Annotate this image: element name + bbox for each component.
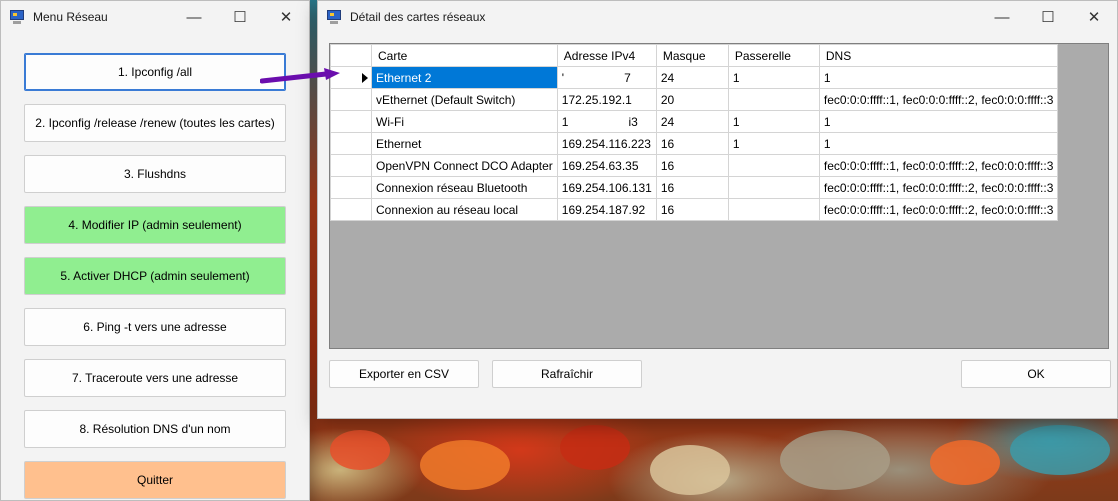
column-header-ipv4[interactable]: Adresse IPv4 xyxy=(556,44,657,67)
cell-passerelle[interactable]: 1 xyxy=(727,110,820,133)
cell-masque[interactable]: 24 xyxy=(655,110,729,133)
cell-masque[interactable]: 20 xyxy=(655,88,729,111)
row-header[interactable] xyxy=(330,88,372,111)
cell-passerelle[interactable] xyxy=(727,154,820,177)
dns-resolution-button[interactable]: 8. Résolution DNS d'un nom xyxy=(24,410,286,448)
cell-carte[interactable]: Wi-Fi xyxy=(371,110,558,133)
details-window-title: Détail des cartes réseaux xyxy=(350,10,486,24)
modify-ip-button[interactable]: 4. Modifier IP (admin seulement) xyxy=(24,206,286,244)
menu-titlebar[interactable]: Menu Réseau — ☐ ✕ xyxy=(1,1,309,33)
cell-masque[interactable]: 16 xyxy=(655,132,729,155)
export-csv-button[interactable]: Exporter en CSV xyxy=(329,360,479,388)
row-header[interactable] xyxy=(330,154,372,177)
cell-masque[interactable]: 16 xyxy=(655,176,729,199)
row-header[interactable] xyxy=(330,66,372,89)
cell-carte[interactable]: Connexion réseau Bluetooth xyxy=(371,176,558,199)
details-window: Détail des cartes réseaux — ☐ ✕ Carte Ad… xyxy=(317,0,1118,419)
cell-dns[interactable]: fec0:0:0:ffff::1, fec0:0:0:ffff::2, fec0… xyxy=(818,154,1059,177)
cell-passerelle[interactable] xyxy=(727,88,820,111)
cell-carte[interactable]: Connexion au réseau local xyxy=(371,198,558,221)
cell-masque[interactable]: 16 xyxy=(655,154,729,177)
cell-ipv4[interactable]: ' 7 xyxy=(556,66,657,89)
cell-ipv4[interactable]: 169.254.106.131 xyxy=(556,176,657,199)
maximize-button[interactable]: ☐ xyxy=(217,1,263,33)
menu-window-title: Menu Réseau xyxy=(33,10,108,24)
network-app-icon xyxy=(326,9,342,25)
cell-dns[interactable]: 1 xyxy=(818,132,1059,155)
ping-button[interactable]: 6. Ping -t vers une adresse xyxy=(24,308,286,346)
release-renew-button[interactable]: 2. Ipconfig /release /renew (toutes les … xyxy=(24,104,286,142)
ok-button[interactable]: OK xyxy=(961,360,1111,388)
cell-ipv4[interactable]: 172.25.192.1 xyxy=(556,88,657,111)
cell-carte[interactable]: Ethernet xyxy=(371,132,558,155)
cell-masque[interactable]: 24 xyxy=(655,66,729,89)
table-row[interactable]: Ethernet 2 ' 7 24 1 1 xyxy=(330,66,1059,89)
adapters-table: Carte Adresse IPv4 Masque Passerelle DNS… xyxy=(330,44,1059,221)
table-header-row: Carte Adresse IPv4 Masque Passerelle DNS xyxy=(330,44,1059,67)
table-row[interactable]: vEthernet (Default Switch) 172.25.192.1 20… xyxy=(330,88,1059,111)
cell-dns[interactable]: fec0:0:0:ffff::1, fec0:0:0:ffff::2, fec0… xyxy=(818,176,1059,199)
row-header[interactable] xyxy=(330,198,372,221)
row-header[interactable] xyxy=(330,110,372,133)
details-titlebar[interactable]: Détail des cartes réseaux — ☐ ✕ xyxy=(318,1,1117,33)
cell-dns[interactable]: 1 xyxy=(818,66,1059,89)
minimize-button[interactable]: — xyxy=(171,1,217,33)
ipconfig-all-button[interactable]: 1. Ipconfig /all xyxy=(24,53,286,91)
column-header-masque[interactable]: Masque xyxy=(655,44,729,67)
cell-passerelle[interactable]: 1 xyxy=(727,66,820,89)
row-header[interactable] xyxy=(330,176,372,199)
current-row-arrow-icon xyxy=(362,73,368,83)
quit-button[interactable]: Quitter xyxy=(24,461,286,499)
traceroute-button[interactable]: 7. Traceroute vers une adresse xyxy=(24,359,286,397)
adapters-datagrid[interactable]: Carte Adresse IPv4 Masque Passerelle DNS… xyxy=(329,43,1109,349)
cell-masque[interactable]: 16 xyxy=(655,198,729,221)
cell-carte[interactable]: OpenVPN Connect DCO Adapter xyxy=(371,154,558,177)
network-app-icon xyxy=(9,9,25,25)
close-button[interactable]: ✕ xyxy=(1071,1,1117,33)
table-row[interactable]: Connexion réseau Bluetooth 169.254.106.13… xyxy=(330,176,1059,199)
cell-ipv4[interactable]: 169.254.116.223 xyxy=(556,132,657,155)
column-header-passerelle[interactable]: Passerelle xyxy=(727,44,820,67)
close-button[interactable]: ✕ xyxy=(263,1,309,33)
minimize-button[interactable]: — xyxy=(979,1,1025,33)
cell-passerelle[interactable]: 1 xyxy=(727,132,820,155)
column-header-dns[interactable]: DNS xyxy=(818,44,1059,67)
table-row[interactable]: Ethernet 169.254.116.223 16 1 1 xyxy=(330,132,1059,155)
menu-reseau-window: Menu Réseau — ☐ ✕ 1. Ipconfig /all 2. Ipc… xyxy=(0,0,310,501)
cell-passerelle[interactable] xyxy=(727,176,820,199)
cell-dns[interactable]: fec0:0:0:ffff::1, fec0:0:0:ffff::2, fec0… xyxy=(818,198,1059,221)
cell-ipv4[interactable]: 169.254.187.92 xyxy=(556,198,657,221)
table-row[interactable]: Connexion au réseau local 169.254.187.92 1… xyxy=(330,198,1059,221)
cell-carte[interactable]: Ethernet 2 xyxy=(371,66,558,89)
cell-ipv4[interactable]: 169.254.63.35 xyxy=(556,154,657,177)
row-header[interactable] xyxy=(330,132,372,155)
table-row[interactable]: OpenVPN Connect DCO Adapter 169.254.63.35… xyxy=(330,154,1059,177)
cell-ipv4[interactable]: 1 i3 xyxy=(556,110,657,133)
table-row[interactable]: Wi-Fi 1 i3 24 1 1 xyxy=(330,110,1059,133)
row-header-corner xyxy=(330,44,372,67)
cell-dns[interactable]: fec0:0:0:ffff::1, fec0:0:0:ffff::2, fec0… xyxy=(818,88,1059,111)
cell-passerelle[interactable] xyxy=(727,198,820,221)
flushdns-button[interactable]: 3. Flushdns xyxy=(24,155,286,193)
maximize-button[interactable]: ☐ xyxy=(1025,1,1071,33)
cell-dns[interactable]: 1 xyxy=(818,110,1059,133)
cell-carte[interactable]: vEthernet (Default Switch) xyxy=(371,88,558,111)
refresh-button[interactable]: Rafraîchir xyxy=(492,360,642,388)
activate-dhcp-button[interactable]: 5. Activer DHCP (admin seulement) xyxy=(24,257,286,295)
column-header-carte[interactable]: Carte xyxy=(371,44,558,67)
